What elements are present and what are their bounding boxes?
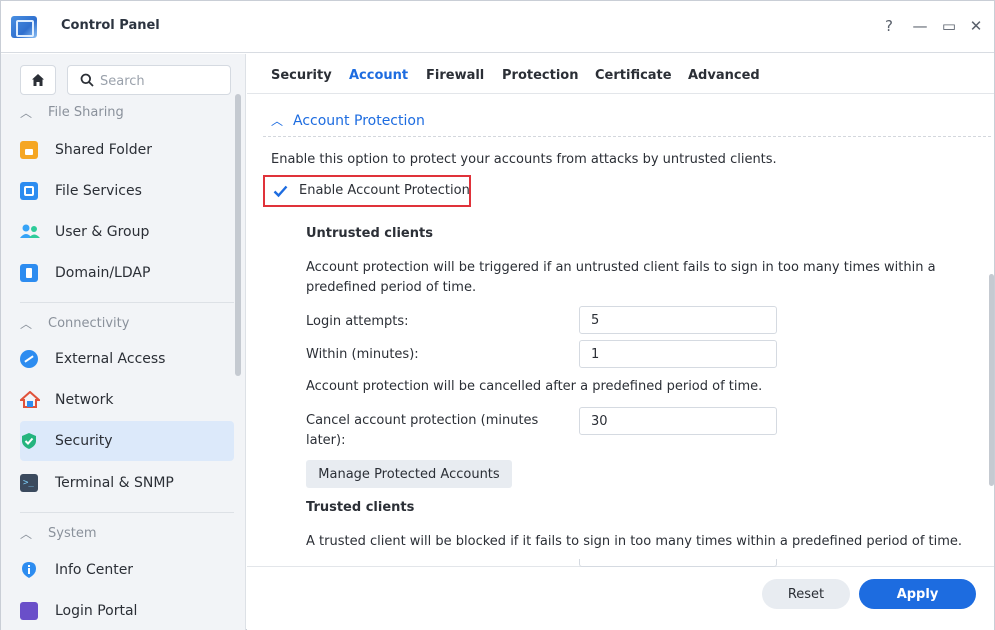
sidebar-item-file-services[interactable]: File Services [20, 171, 234, 211]
manage-protected-accounts-button[interactable]: Manage Protected Accounts [306, 460, 512, 488]
chevron-up-icon: ︿ [20, 316, 33, 331]
footer-bar: Reset Apply [247, 559, 994, 630]
external-access-icon [20, 350, 38, 368]
sidebar-item-label: File Services [55, 183, 142, 199]
sidebar-item-shared-folder[interactable]: Shared Folder [20, 130, 234, 170]
file-services-icon [20, 182, 38, 200]
untrusted-clients-title: Untrusted clients [306, 226, 433, 241]
apply-button[interactable]: Apply [859, 579, 976, 609]
tab-security[interactable]: Security [271, 68, 332, 83]
sidebar-item-network[interactable]: Network [18, 380, 234, 420]
sidebar-scrollbar[interactable] [235, 94, 241, 376]
section-description: Enable this option to protect your accou… [271, 152, 777, 167]
section-label: Connectivity [48, 315, 130, 331]
login-attempts-input[interactable] [580, 307, 776, 333]
trusted-field-partial[interactable] [579, 559, 777, 567]
user-group-icon [20, 223, 40, 241]
home-icon [32, 74, 44, 86]
reset-button[interactable]: Reset [762, 579, 850, 609]
info-center-icon [20, 561, 38, 579]
login-attempts-field[interactable] [579, 306, 777, 334]
within-minutes-field[interactable] [579, 340, 777, 368]
sidebar-divider [20, 512, 234, 513]
tab-advanced[interactable]: Advanced [688, 68, 760, 83]
window-title: Control Panel [61, 18, 160, 33]
sidebar-item-terminal-snmp[interactable]: >_ Terminal & SNMP [20, 463, 234, 503]
tab-protection[interactable]: Protection [502, 68, 578, 83]
sidebar-item-info-center[interactable]: Info Center [20, 550, 234, 590]
tab-account[interactable]: Account [349, 68, 408, 83]
chevron-up-icon: ︿ [271, 114, 284, 128]
login-portal-icon [20, 602, 38, 620]
tab-firewall[interactable]: Firewall [426, 68, 484, 83]
search-icon [80, 73, 94, 87]
main-panel: Security Account Firewall Protection Cer… [247, 54, 994, 630]
cancel-protection-input[interactable] [580, 408, 776, 434]
sidebar-item-label: External Access [55, 351, 166, 367]
enable-account-protection-highlight[interactable]: Enable Account Protection [263, 175, 471, 207]
cancel-note: Account protection will be cancelled aft… [306, 379, 763, 394]
sidebar: ︿ File Sharing Shared Folder File Servic… [1, 54, 246, 630]
tab-certificate[interactable]: Certificate [595, 68, 672, 83]
trusted-clients-title: Trusted clients [306, 500, 415, 515]
title-bar: Control Panel ? — ▭ ✕ [1, 1, 994, 53]
domain-ldap-icon [20, 264, 38, 282]
section-header-file-sharing[interactable]: ︿ File Sharing [20, 102, 124, 122]
maximize-button[interactable]: ▭ [941, 16, 957, 36]
tab-bar: Security Account Firewall Protection Cer… [247, 54, 994, 94]
within-minutes-input[interactable] [580, 341, 776, 367]
section-label: File Sharing [48, 104, 124, 120]
sidebar-item-label: Info Center [55, 562, 134, 578]
search-box[interactable] [67, 65, 231, 95]
enable-account-protection-label[interactable]: Enable Account Protection [299, 183, 470, 198]
section-title: Account Protection [293, 112, 425, 129]
close-button[interactable]: ✕ [968, 16, 984, 36]
login-attempts-label: Login attempts: [306, 314, 409, 329]
sidebar-item-label: User & Group [55, 224, 150, 240]
section-divider [263, 136, 991, 137]
sidebar-item-label: Network [55, 392, 114, 408]
network-icon [18, 390, 42, 409]
sidebar-item-domain-ldap[interactable]: Domain/LDAP [20, 253, 234, 293]
sidebar-item-label: Domain/LDAP [55, 265, 151, 281]
checkmark-icon[interactable] [273, 184, 288, 199]
sidebar-item-user-group[interactable]: User & Group [20, 212, 234, 252]
sidebar-item-login-portal[interactable]: Login Portal [20, 591, 234, 630]
section-header-system[interactable]: ︿ System [20, 523, 96, 543]
terminal-icon: >_ [20, 474, 38, 492]
sidebar-item-label: Login Portal [55, 603, 138, 619]
trusted-clients-description: A trusted client will be blocked if it f… [306, 534, 963, 549]
within-minutes-label: Within (minutes): [306, 347, 419, 362]
sidebar-item-label: Terminal & SNMP [55, 475, 174, 491]
help-button[interactable]: ? [881, 16, 897, 36]
sidebar-item-label: Security [55, 433, 113, 449]
cancel-protection-label: Cancel account protection (minutes later… [306, 413, 539, 448]
sidebar-item-external-access[interactable]: External Access [20, 339, 234, 379]
chevron-up-icon: ︿ [20, 526, 33, 541]
control-panel-window: Control Panel ? — ▭ ✕ ︿ File Sharing [0, 0, 995, 630]
shared-folder-icon [20, 141, 38, 159]
sidebar-divider [20, 302, 234, 303]
security-shield-icon [20, 432, 38, 450]
home-button[interactable] [20, 65, 56, 95]
minimize-button[interactable]: — [912, 16, 928, 36]
section-label: System [48, 525, 97, 541]
section-header-connectivity[interactable]: ︿ Connectivity [20, 313, 129, 333]
untrusted-clients-description: Account protection will be triggered if … [306, 260, 936, 295]
search-input[interactable] [100, 71, 220, 91]
sidebar-item-security[interactable]: Security [20, 421, 234, 461]
chevron-up-icon: ︿ [20, 105, 33, 120]
cancel-protection-field[interactable] [579, 407, 777, 435]
account-protection-header[interactable]: ︿ Account Protection [271, 112, 425, 129]
control-panel-app-icon [11, 16, 37, 38]
sidebar-item-label: Shared Folder [55, 142, 153, 158]
main-scrollbar[interactable] [989, 274, 994, 486]
